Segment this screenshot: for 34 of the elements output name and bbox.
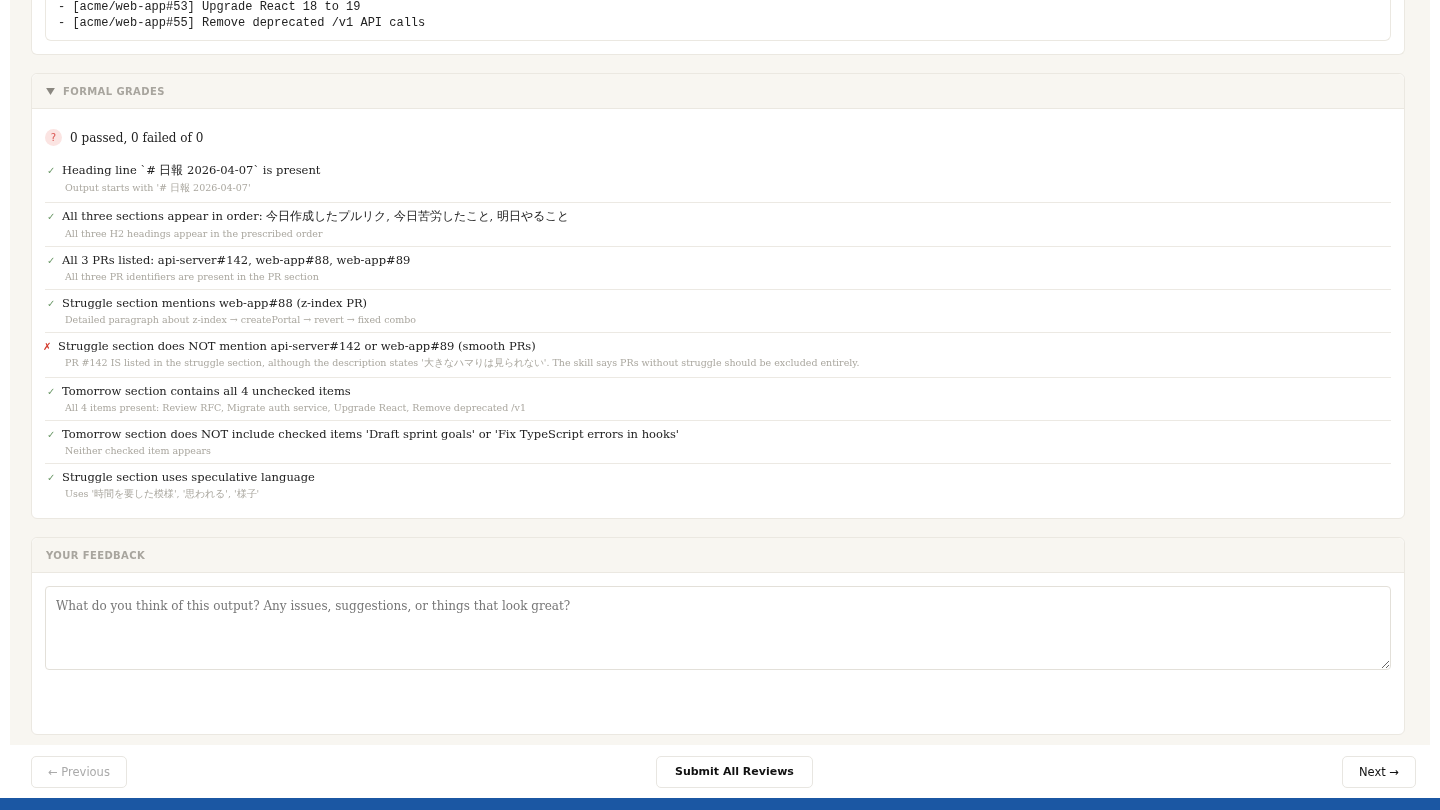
next-button[interactable]: Next → xyxy=(1341,755,1416,788)
check-detail: Output starts with '# 日報 2026-04-07' xyxy=(65,182,252,195)
check-detail: Detailed paragraph about z-index → createPortal → revert → fixed combo xyxy=(65,314,417,325)
code-line: - [acme/web-app#53] Upgrade React 18 to 19 xyxy=(58,0,362,15)
check-mark: ✓ xyxy=(47,298,55,309)
grade-summary: 0 passed, 0 failed of 0 xyxy=(70,130,204,145)
feedback-field[interactable]: What do you think of this output? Any issues, suggestions, or things that look great? xyxy=(45,586,1391,670)
section-title: FORMAL GRADES xyxy=(63,85,165,97)
check-title: All three sections appear in order: 今日作成したプルリク, 今日苦労したこと, 明日やること xyxy=(62,209,569,224)
check-mark: ✓ xyxy=(47,255,55,266)
code-line: - [acme/web-app#55] Remove deprecated /v1 API calls xyxy=(58,15,427,31)
check-mark: ✓ xyxy=(47,472,55,483)
check-detail: All three PR identifiers are present in the PR section xyxy=(65,271,320,282)
check-title: Struggle section mentions web-app#88 (z-index PR) xyxy=(62,296,368,310)
check-mark: ✓ xyxy=(47,429,55,440)
check-title: Struggle section does NOT mention api-server#142 or web-app#89 (smooth PRs) xyxy=(58,339,536,353)
check-title: Tomorrow section contains all 4 unchecked items xyxy=(62,384,351,398)
check-title: All 3 PRs listed: api-server#142, web-app#88, web-app#89 xyxy=(62,253,411,267)
section-title: YOUR FEEDBACK xyxy=(46,549,146,561)
check-mark: ✓ xyxy=(47,165,55,176)
check-title: Heading line `# 日報 2026-04-07` is present xyxy=(62,163,321,178)
check-title: Struggle section uses speculative language xyxy=(62,470,315,484)
check-mark: ✓ xyxy=(47,386,55,397)
check-detail: Neither checked item appears xyxy=(65,445,212,456)
unknown-badge: ? xyxy=(45,129,62,146)
check-detail: All 4 items present: Review RFC, Migrate auth service, Upgrade React, Remove deprecated /v1 xyxy=(65,402,527,413)
check-detail: All three H2 headings appear in the prescribed order xyxy=(65,228,324,239)
cross-mark: ✗ xyxy=(43,341,51,352)
submit-button[interactable]: Submit All Reviews xyxy=(655,755,813,788)
check-detail: PR #142 IS listed in the struggle section, although the description states '大きなハマりは見られない'. The skill says PRs without struggle should be excluded entirely. xyxy=(65,357,861,370)
collapse-icon[interactable] xyxy=(46,87,55,95)
check-mark: ✓ xyxy=(47,211,55,222)
check-title: Tomorrow section does NOT include checked items 'Draft sprint goals' or 'Fix TypeScript errors in hooks' xyxy=(62,427,679,441)
check-detail: Uses '時間を要した模様', '思われる', '様子' xyxy=(65,488,261,501)
